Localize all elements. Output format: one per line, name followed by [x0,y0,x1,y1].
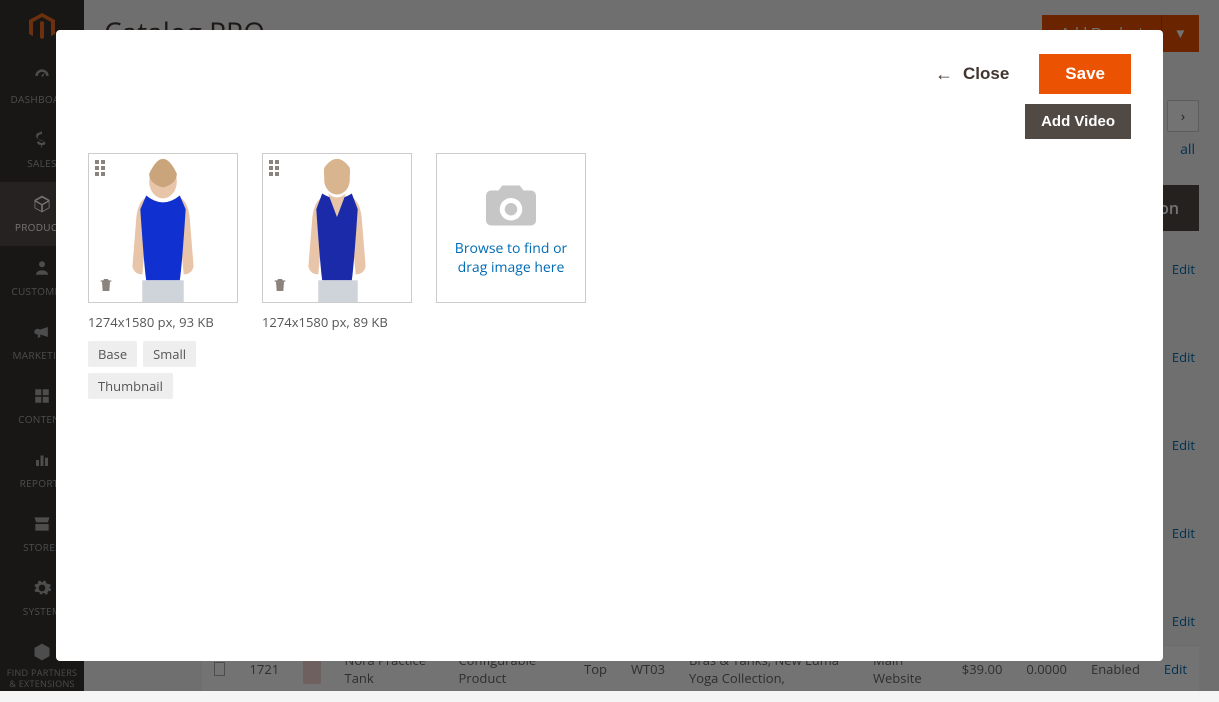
image-meta: 1274x1580 px, 89 KB [262,313,412,331]
delete-image-icon[interactable] [95,274,117,296]
delete-image-icon[interactable] [269,274,291,296]
role-tag: Small [143,341,196,367]
image-role-tags: Base Small Thumbnail [88,341,238,399]
gallery-image[interactable]: 1274x1580 px, 93 KB Base Small Thumbnail [88,153,238,399]
upload-dropzone[interactable]: Browse to find or drag image here [436,153,586,303]
image-gallery-modal: ← Close Save Add Video [56,30,1163,661]
image-meta: 1274x1580 px, 93 KB [88,313,238,331]
upload-text: Browse to find or drag image here [447,240,575,278]
add-video-button[interactable]: Add Video [1025,104,1131,139]
camera-icon [480,178,542,228]
save-button[interactable]: Save [1039,54,1131,94]
drag-handle-icon[interactable] [95,160,105,176]
arrow-left-icon: ← [935,65,953,83]
close-button[interactable]: ← Close [929,63,1015,85]
gallery-image[interactable]: 1274x1580 px, 89 KB [262,153,412,331]
drag-handle-icon[interactable] [269,160,279,176]
role-tag: Base [88,341,137,367]
role-tag: Thumbnail [88,373,173,399]
image-gallery: 1274x1580 px, 93 KB Base Small Thumbnail [88,153,1131,399]
